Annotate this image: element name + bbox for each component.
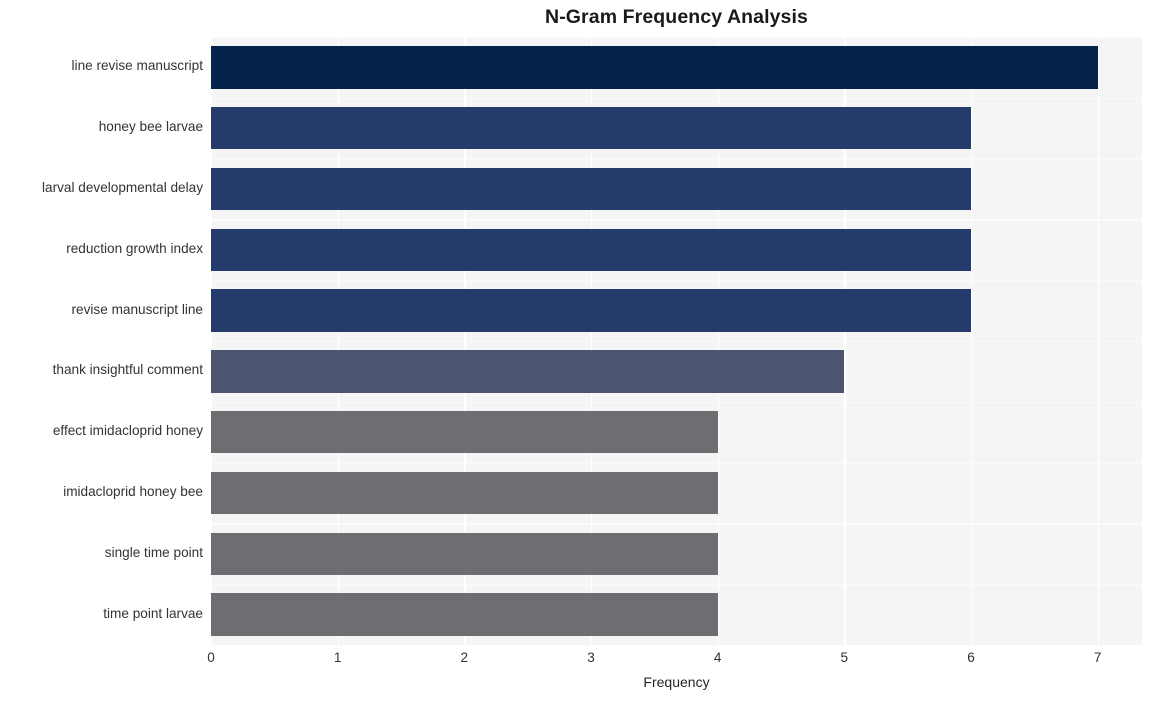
y-axis-tick-label: revise manuscript line xyxy=(71,301,203,317)
bar[interactable] xyxy=(211,410,718,454)
x-axis-tick-label: 0 xyxy=(207,650,215,665)
x-axis-tick-label: 5 xyxy=(840,650,849,665)
x-axis-tick-label: 3 xyxy=(587,650,595,665)
y-axis-tick-labels: line revise manuscript honey bee larvae la… xyxy=(0,0,203,701)
x-axis-tick-label: 6 xyxy=(967,650,975,665)
horizontal-gridline xyxy=(211,462,1142,464)
plot-area xyxy=(211,37,1142,645)
x-axis-tick-label: 2 xyxy=(460,650,469,665)
y-axis-tick-label: line revise manuscript xyxy=(71,58,203,74)
x-axis-tick-label: 4 xyxy=(713,650,722,665)
x-axis-label: Frequency xyxy=(643,674,710,690)
y-axis-tick-label: larval developmental delay xyxy=(42,180,203,195)
bar[interactable] xyxy=(211,532,718,576)
horizontal-gridline xyxy=(211,523,1142,525)
horizontal-gridline xyxy=(211,97,1142,99)
chart-figure: N-Gram Frequency Analysis line revise ma… xyxy=(0,0,1152,701)
bar[interactable] xyxy=(211,46,1098,89)
bar[interactable] xyxy=(211,228,971,272)
horizontal-gridline xyxy=(211,401,1142,403)
vertical-gridline xyxy=(1097,37,1099,645)
x-axis-tick-label: 1 xyxy=(333,650,342,665)
bar[interactable] xyxy=(211,471,718,515)
chart-title: N-Gram Frequency Analysis xyxy=(545,6,808,28)
horizontal-gridline xyxy=(211,584,1142,586)
horizontal-gridline xyxy=(211,37,1142,39)
y-axis-tick-label: time point larvae xyxy=(103,605,203,621)
bar[interactable] xyxy=(211,106,971,150)
y-axis-tick-label: effect imidacloprid honey xyxy=(52,423,203,439)
horizontal-gridline xyxy=(211,219,1142,221)
horizontal-gridline xyxy=(211,280,1142,282)
horizontal-gridline xyxy=(211,341,1142,343)
y-axis-tick-label: imidacloprid honey bee xyxy=(63,484,203,499)
bar[interactable] xyxy=(211,593,718,636)
bar[interactable] xyxy=(211,167,971,211)
y-axis-tick-label: thank insightful comment xyxy=(52,362,203,378)
x-axis-tick-label: 7 xyxy=(1093,650,1102,665)
horizontal-gridline xyxy=(211,158,1142,160)
bar[interactable] xyxy=(211,289,971,332)
vertical-gridline xyxy=(971,37,973,645)
y-axis-tick-label: honey bee larvae xyxy=(98,119,203,135)
bar[interactable] xyxy=(211,350,845,393)
y-axis-tick-label: reduction growth index xyxy=(66,240,203,256)
x-axis-tick-labels: 0 1 2 3 4 5 6 7 xyxy=(0,650,1152,674)
y-axis-tick-label: single time point xyxy=(104,544,203,560)
